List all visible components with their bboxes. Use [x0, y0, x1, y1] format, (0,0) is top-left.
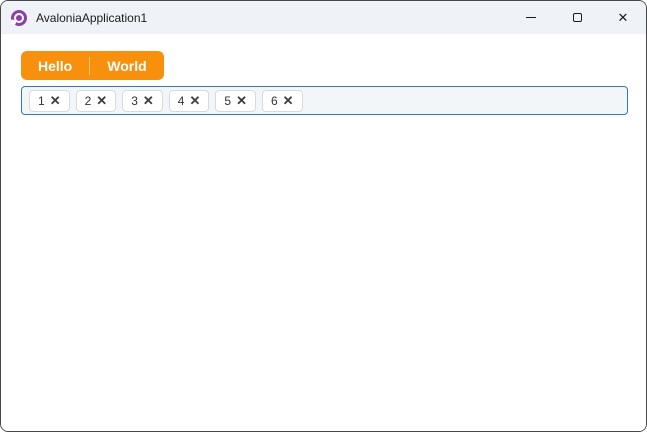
chip-1: 1 ✕	[29, 89, 70, 112]
chip-value: 4	[177, 93, 185, 108]
chip-6: 6 ✕	[261, 89, 303, 112]
tab-world[interactable]: World	[90, 51, 163, 80]
avalonia-logo-icon	[11, 9, 27, 26]
maximize-icon	[572, 13, 582, 22]
caption-buttons: ✕	[508, 1, 646, 34]
chip-remove-icon[interactable]: ✕	[236, 94, 247, 107]
minimize-button[interactable]	[508, 1, 554, 34]
chip-remove-icon[interactable]: ✕	[189, 94, 200, 107]
maximize-button[interactable]	[554, 1, 600, 34]
chip-remove-icon[interactable]: ✕	[50, 94, 61, 107]
app-window: AvaloniaApplication1 ✕ Hello World 1 ✕ 2…	[0, 0, 647, 432]
tab-strip: Hello World	[21, 51, 164, 80]
chip-remove-icon[interactable]: ✕	[283, 94, 294, 107]
minimize-icon	[526, 17, 536, 18]
chip-2: 2 ✕	[75, 89, 117, 112]
chip-value: 5	[224, 93, 232, 108]
content-area: Hello World 1 ✕ 2 ✕ 3 ✕ 4 ✕ 5 ✕ 6 ✕	[1, 34, 646, 431]
window-title: AvaloniaApplication1	[36, 10, 148, 25]
chip-3: 3 ✕	[122, 89, 163, 112]
chip-remove-icon[interactable]: ✕	[96, 94, 107, 107]
chip-value: 2	[84, 93, 92, 108]
chip-value: 3	[131, 93, 138, 108]
chip-value: 6	[270, 93, 278, 108]
chip-value: 1	[38, 93, 45, 108]
chip-4: 4 ✕	[168, 89, 210, 112]
close-button[interactable]: ✕	[600, 1, 646, 34]
titlebar[interactable]: AvaloniaApplication1 ✕	[1, 1, 646, 34]
chip-5: 5 ✕	[215, 89, 256, 112]
close-icon: ✕	[617, 10, 629, 25]
chip-remove-icon[interactable]: ✕	[143, 94, 154, 107]
tags-input[interactable]: 1 ✕ 2 ✕ 3 ✕ 4 ✕ 5 ✕ 6 ✕	[21, 86, 628, 115]
tab-hello[interactable]: Hello	[21, 51, 89, 80]
